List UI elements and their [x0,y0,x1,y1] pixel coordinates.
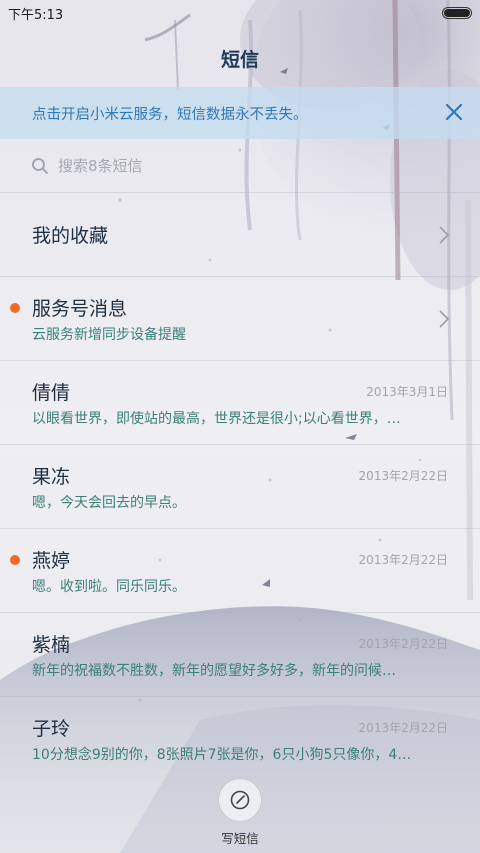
favorites-label: 我的收藏 [32,225,109,247]
conversation-row[interactable]: 倩倩 2013年3月1日 以眼看世界，即使站的最高，世界还是很小;以心看世界，… [0,360,480,444]
conversation-row[interactable]: 紫楠 2013年2月22日 新年的祝福数不胜数，新年的愿望好多好多，新年的问候… [0,612,480,696]
search-bar[interactable] [0,146,480,186]
status-time: 下午5:13 [8,7,64,23]
close-icon[interactable] [442,100,466,124]
message-date: 2013年2月22日 [358,637,448,651]
cloud-banner-text: 点击开启小米云服务，短信数据永不丢失。 [32,106,308,123]
cloud-service-banner[interactable]: 点击开启小米云服务，短信数据永不丢失。 [0,87,480,139]
title-bar: 短信 [0,40,480,76]
compose-button[interactable] [218,778,262,822]
compose-icon [230,790,250,810]
contact-name: 果冻 [32,466,71,488]
battery-level [444,9,470,17]
contact-name: 燕婷 [32,550,71,572]
unread-dot [10,303,20,313]
message-date: 2013年2月22日 [358,469,448,483]
status-bar: 下午5:13 [0,0,480,26]
conversation-row[interactable]: 燕婷 2013年2月22日 嗯。收到啦。同乐同乐。 [0,528,480,612]
favorites-row[interactable]: 我的收藏 [0,192,480,276]
service-preview: 云服务新增同步设备提醒 [32,327,186,343]
message-preview: 嗯。收到啦。同乐同乐。 [32,579,186,595]
contact-name: 紫楠 [32,634,71,656]
message-date: 2013年2月22日 [358,721,448,735]
chevron-right-icon [439,226,450,244]
service-messages-row[interactable]: 服务号消息 云服务新增同步设备提醒 [0,276,480,360]
message-preview: 10分想念9别的你，8张照片7张是你，6只小狗5只像你，4… [32,747,412,763]
message-date: 2013年2月22日 [358,553,448,567]
conversation-row[interactable]: 果冻 2013年2月22日 嗯，今天会回去的早点。 [0,444,480,528]
chevron-right-icon [439,310,450,328]
compose-label: 写短信 [221,831,259,846]
service-title: 服务号消息 [32,298,128,320]
contact-name: 子玲 [32,718,71,740]
compose-area: 写短信 [0,768,480,853]
contact-name: 倩倩 [32,382,71,404]
message-preview: 嗯，今天会回去的早点。 [32,495,186,511]
message-preview: 新年的祝福数不胜数，新年的愿望好多好多，新年的问候… [32,663,396,679]
battery-icon [442,7,472,19]
message-preview: 以眼看世界，即使站的最高，世界还是很小;以心看世界，… [32,411,401,427]
page-title: 短信 [220,48,259,71]
message-list: 我的收藏 服务号消息 云服务新增同步设备提醒 倩倩 2013年3月1日 以眼看世… [0,192,480,780]
unread-dot [10,555,20,565]
search-icon [32,158,48,174]
message-date: 2013年3月1日 [366,385,448,399]
search-input[interactable] [58,157,418,175]
